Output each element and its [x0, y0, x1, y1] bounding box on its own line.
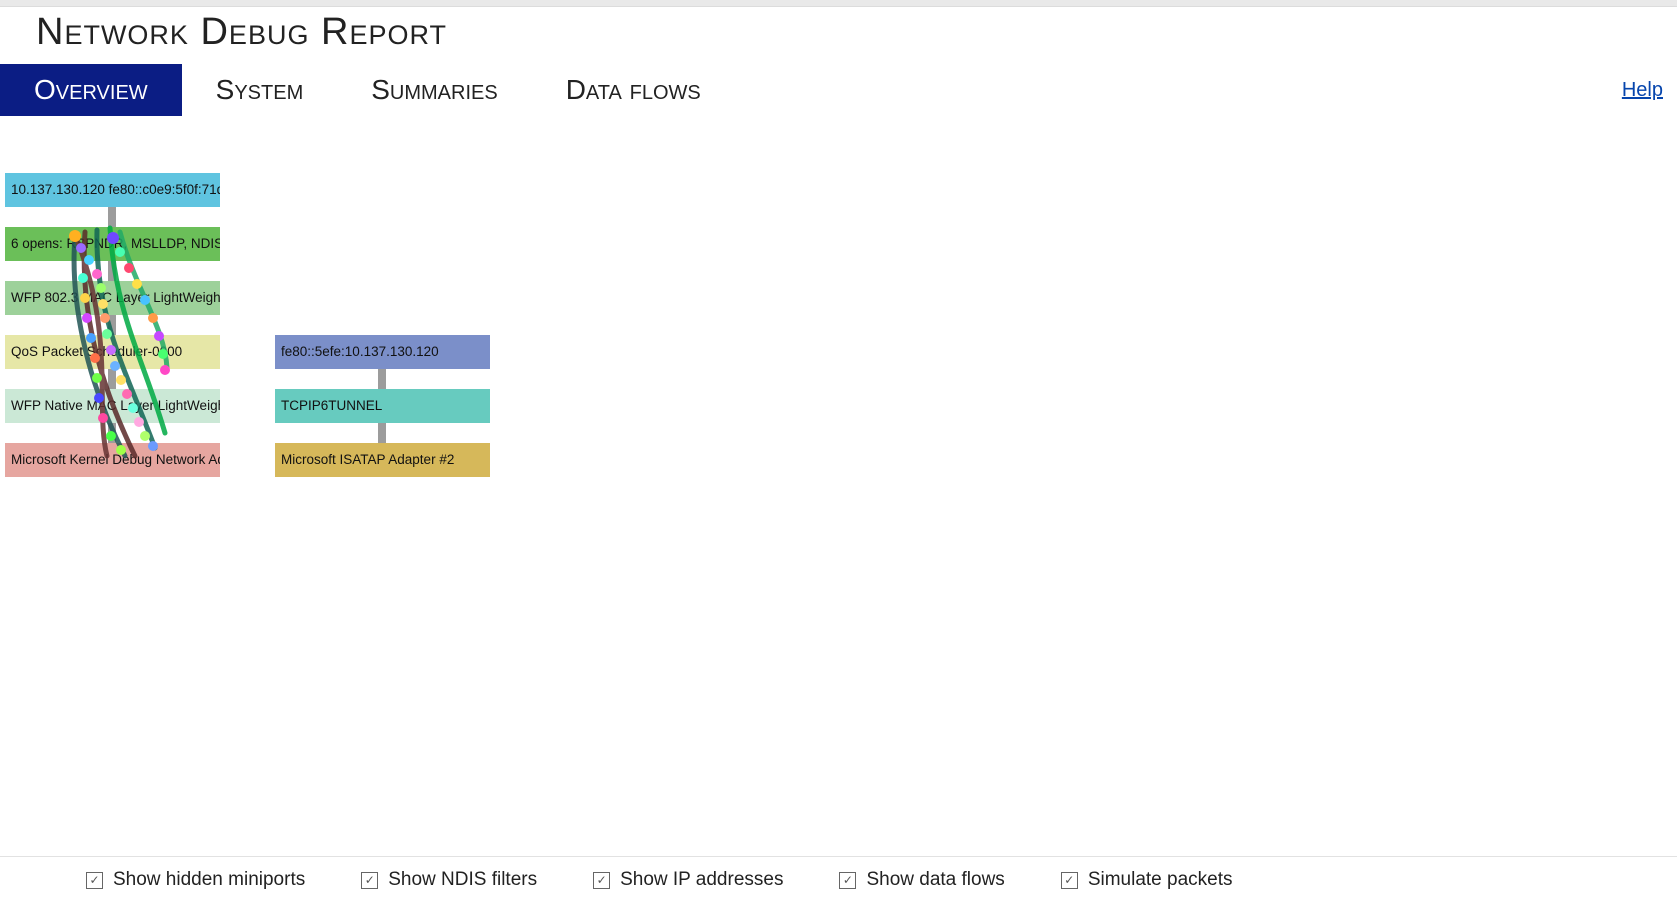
connector [108, 315, 116, 335]
node-ip-debug[interactable]: 10.137.130.120 fe80::c0e9:5f0f:71dd:9 [5, 173, 220, 207]
check-label: Show NDIS filters [388, 869, 537, 891]
tab-dataflows[interactable]: Data flows [532, 64, 735, 116]
connector [108, 369, 116, 389]
node-isatap-adapter[interactable]: Microsoft ISATAP Adapter #2 [275, 443, 490, 477]
window-top-band [0, 0, 1677, 7]
node-ndis-opens[interactable]: 6 opens: RSPNDR, MSLLDP, NDISUIO [5, 227, 220, 261]
node-wfp-native[interactable]: WFP Native MAC Layer LightWeight [5, 389, 220, 423]
checkbox-icon: ✓ [839, 872, 856, 889]
checkbox-icon: ✓ [86, 872, 103, 889]
node-kernel-debug-ad[interactable]: Microsoft Kernel Debug Network Ad [5, 443, 220, 477]
connector [108, 261, 116, 281]
check-ip-addresses[interactable]: ✓ Show IP addresses [593, 869, 783, 891]
connector [108, 423, 116, 443]
connector [108, 207, 116, 227]
page-title: Network Debug Report [0, 7, 1677, 62]
checkbox-icon: ✓ [593, 872, 610, 889]
check-label: Show data flows [866, 869, 1004, 891]
node-tcpip6tunnel[interactable]: TCPIP6TUNNEL [275, 389, 490, 423]
check-label: Show IP addresses [620, 869, 783, 891]
check-ndis-filters[interactable]: ✓ Show NDIS filters [361, 869, 537, 891]
node-ip-isatap[interactable]: fe80::5efe:10.137.130.120 [275, 335, 490, 369]
check-hidden-miniports[interactable]: ✓ Show hidden miniports [86, 869, 305, 891]
connector [378, 423, 386, 443]
tab-summaries[interactable]: Summaries [337, 64, 531, 116]
checkbox-icon: ✓ [1061, 872, 1078, 889]
checkbox-icon: ✓ [361, 872, 378, 889]
node-wfp-8023[interactable]: WFP 802.3 MAC Layer LightWeight Fi [5, 281, 220, 315]
tab-system[interactable]: System [182, 64, 338, 116]
node-qos-scheduler[interactable]: QoS Packet Scheduler-0000 [5, 335, 220, 369]
connector [378, 369, 386, 389]
tab-bar: Overview System Summaries Data flows Hel… [0, 62, 1677, 118]
check-data-flows[interactable]: ✓ Show data flows [839, 869, 1004, 891]
check-label: Show hidden miniports [113, 869, 305, 891]
diagram-canvas: 10.137.130.120 fe80::c0e9:5f0f:71dd:9 6 … [0, 118, 1677, 758]
check-label: Simulate packets [1088, 869, 1233, 891]
help-link[interactable]: Help [1622, 79, 1663, 102]
tab-overview[interactable]: Overview [0, 64, 182, 116]
footer-options: ✓ Show hidden miniports ✓ Show NDIS filt… [0, 856, 1677, 903]
check-simulate-packets[interactable]: ✓ Simulate packets [1061, 869, 1233, 891]
